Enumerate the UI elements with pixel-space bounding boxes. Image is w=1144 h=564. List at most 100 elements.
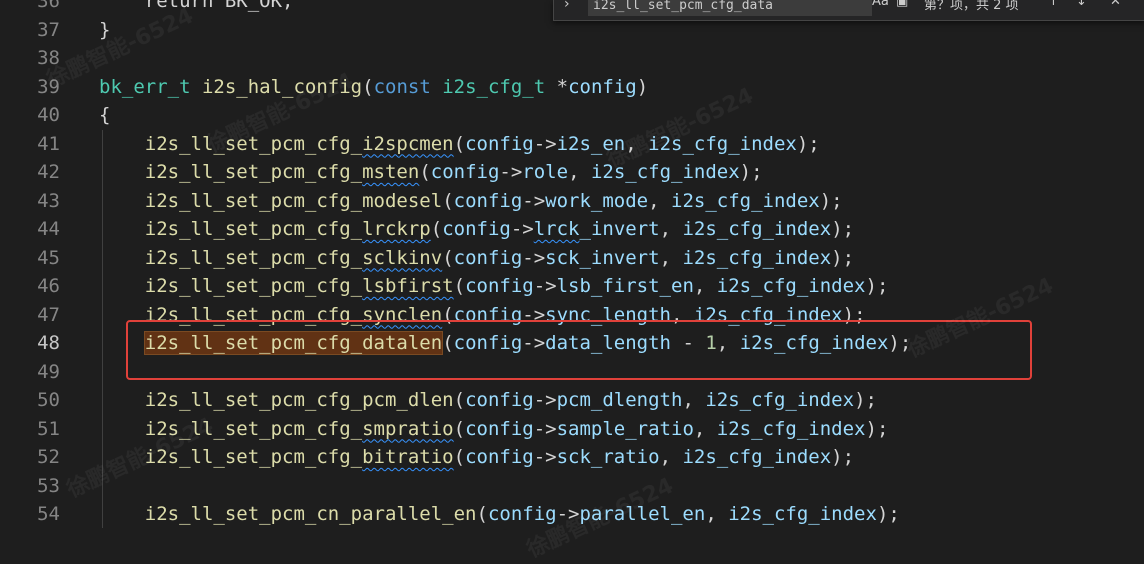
- code-line[interactable]: 53: [0, 472, 1144, 501]
- code-token: );: [796, 132, 820, 155]
- code-token: ->: [533, 417, 557, 440]
- code-token: i2s_cfg_index: [716, 417, 866, 440]
- code-text[interactable]: {: [99, 101, 110, 130]
- line-number: 53: [37, 474, 60, 497]
- code-line[interactable]: 39 bk_err_t i2s_hal_config(const i2s_cfg_…: [0, 73, 1144, 102]
- code-token: *: [545, 75, 569, 98]
- code-token: bk_err_t: [99, 75, 191, 98]
- code-text[interactable]: }: [99, 16, 110, 45]
- code-token: config: [430, 161, 500, 183]
- code-token: i2s_cfg_index: [682, 218, 832, 240]
- code-line[interactable]: 46 i2s_ll_set_pcm_cfg_lsbfirst(config->l…: [0, 272, 1144, 301]
- code-line[interactable]: 41 i2s_ll_set_pcm_cfg_i2spcmen(config->i…: [0, 130, 1144, 159]
- code-token: config: [487, 503, 557, 525]
- regex-icon[interactable]: ▣: [896, 0, 908, 9]
- code-token: parallel_en: [579, 503, 706, 525]
- code-token: ->: [510, 218, 534, 240]
- code-token: i2s_cfg_index: [682, 446, 832, 468]
- code-line[interactable]: 52 i2s_ll_set_pcm_cfg_bitratio(config->s…: [0, 443, 1144, 472]
- code-token: (: [442, 246, 454, 269]
- code-token: i2s_ll_set_pcm_cfg_lsbfirst: [144, 275, 454, 297]
- code-token: ->: [533, 389, 557, 411]
- code-token: const: [373, 75, 431, 98]
- find-input[interactable]: [588, 0, 872, 16]
- code-token: config: [465, 275, 534, 297]
- spellcheck-underline: smpratio: [362, 417, 454, 440]
- code-token: (: [362, 75, 374, 98]
- code-token: config: [442, 218, 511, 240]
- line-number: 36: [37, 0, 60, 12]
- code-text[interactable]: i2s_ll_set_pcm_cfg_i2spcmen(config->i2s_…: [99, 130, 820, 159]
- code-line[interactable]: 50 i2s_ll_set_pcm_cfg_pcm_dlen(config->p…: [0, 386, 1144, 415]
- match-case-button[interactable]: Aa: [872, 0, 889, 9]
- code-token: i2s_ll_set_pcm_cfg_i2spcmen: [144, 132, 454, 155]
- code-token: i2s_ll_set_pcm_cfg_msten: [144, 161, 420, 183]
- code-token: );: [819, 189, 843, 212]
- code-token: i2s_cfg_index: [671, 189, 820, 212]
- code-token: i2s_cfg_t: [442, 75, 546, 98]
- code-line[interactable]: 44 i2s_ll_set_pcm_cfg_lrckrp(config->lrc…: [0, 215, 1144, 244]
- code-token: i2s_cfg_index: [716, 275, 866, 297]
- close-find-button[interactable]: ✕: [1110, 0, 1121, 9]
- spellcheck-underline: lsbfirst: [362, 275, 454, 297]
- code-token: (: [419, 161, 431, 183]
- code-token: config: [465, 417, 534, 440]
- code-token: ->: [522, 189, 546, 212]
- code-text[interactable]: bk_err_t i2s_hal_config(const i2s_cfg_t …: [99, 73, 648, 102]
- code-token: ,: [659, 218, 683, 240]
- code-token: lrck_invert: [533, 218, 660, 240]
- code-token: );: [854, 389, 877, 411]
- code-text[interactable]: i2s_ll_set_pcm_cfg_sclkinv(config->sck_i…: [99, 244, 854, 273]
- code-text[interactable]: i2s_ll_set_pcm_cfg_pcm_dlen(config->pcm_…: [99, 386, 877, 415]
- line-number: 46: [37, 275, 60, 297]
- code-token: );: [876, 503, 900, 525]
- previous-match-button[interactable]: ↑: [1048, 0, 1059, 9]
- code-line[interactable]: 43 i2s_ll_set_pcm_cfg_modesel(config->wo…: [0, 187, 1144, 216]
- code-text[interactable]: i2s_ll_set_pcm_cfg_lsbfirst(config->lsb_…: [99, 272, 889, 301]
- code-token: sample_ratio: [556, 417, 694, 440]
- code-token: i2s_ll_set_pcm_cfg_pcm_dlen: [144, 389, 454, 411]
- code-token: ->: [533, 132, 557, 155]
- code-text[interactable]: return BK_OK;: [99, 0, 294, 16]
- next-match-button[interactable]: ↓: [1076, 0, 1087, 9]
- code-line[interactable]: 51 i2s_ll_set_pcm_cfg_smpratio(config->s…: [0, 415, 1144, 444]
- code-text[interactable]: i2s_ll_set_pcm_cfg_lrckrp(config->lrck_i…: [99, 215, 854, 244]
- line-number: 49: [37, 360, 60, 383]
- find-replace-toggle-chevron-icon[interactable]: ›: [564, 0, 570, 12]
- spellcheck-underline: lrck: [533, 218, 580, 240]
- code-token: ,: [693, 417, 717, 440]
- code-text[interactable]: i2s_ll_set_pcm_cfg_smpratio(config->samp…: [99, 415, 889, 444]
- code-editor[interactable]: 36 return BK_OK; 37} 38 39 bk_err_t i2s_hal_…: [0, 0, 1144, 528]
- code-text[interactable]: i2s_ll_set_pcm_cfg_bitratio(config->sck_…: [99, 443, 854, 472]
- line-number: 38: [37, 47, 60, 69]
- annotation-highlight-box: [126, 320, 1032, 380]
- code-token: (: [453, 446, 466, 468]
- code-text[interactable]: i2s_ll_set_pcm_cfg_msten(config->role, i…: [99, 158, 763, 187]
- code-token: ,: [659, 246, 683, 269]
- spellcheck-underline: i2spcmen: [362, 132, 454, 155]
- code-token: );: [865, 275, 889, 297]
- code-line[interactable]: 42 i2s_ll_set_pcm_cfg_msten(config->role…: [0, 158, 1144, 187]
- code-line[interactable]: 45 i2s_ll_set_pcm_cfg_sclkinv(config->sc…: [0, 244, 1144, 273]
- code-line[interactable]: 40 {: [0, 101, 1144, 130]
- code-token: );: [831, 446, 855, 468]
- line-number: 44: [37, 218, 60, 240]
- code-text[interactable]: i2s_ll_set_pcm_cfg_modesel(config->work_…: [99, 187, 843, 216]
- code-token: i2s_ll_set_pcm_cfg_smpratio: [144, 417, 454, 440]
- code-line[interactable]: 38: [0, 44, 1144, 73]
- code-token: config: [453, 246, 523, 269]
- code-line[interactable]: 54 i2s_ll_set_pcm_cn_parallel_en(config-…: [0, 500, 1144, 529]
- code-token: (: [476, 503, 488, 525]
- spellcheck-underline: lrckrp: [362, 218, 431, 240]
- code-text[interactable]: i2s_ll_set_pcm_cn_parallel_en(config->pa…: [99, 500, 900, 529]
- spellcheck-underline: bitratio: [362, 446, 454, 468]
- code-token: ->: [533, 446, 557, 468]
- code-token: ->: [533, 275, 557, 297]
- code-token: i2s_ll_set_pcm_cn_parallel_en: [144, 503, 477, 525]
